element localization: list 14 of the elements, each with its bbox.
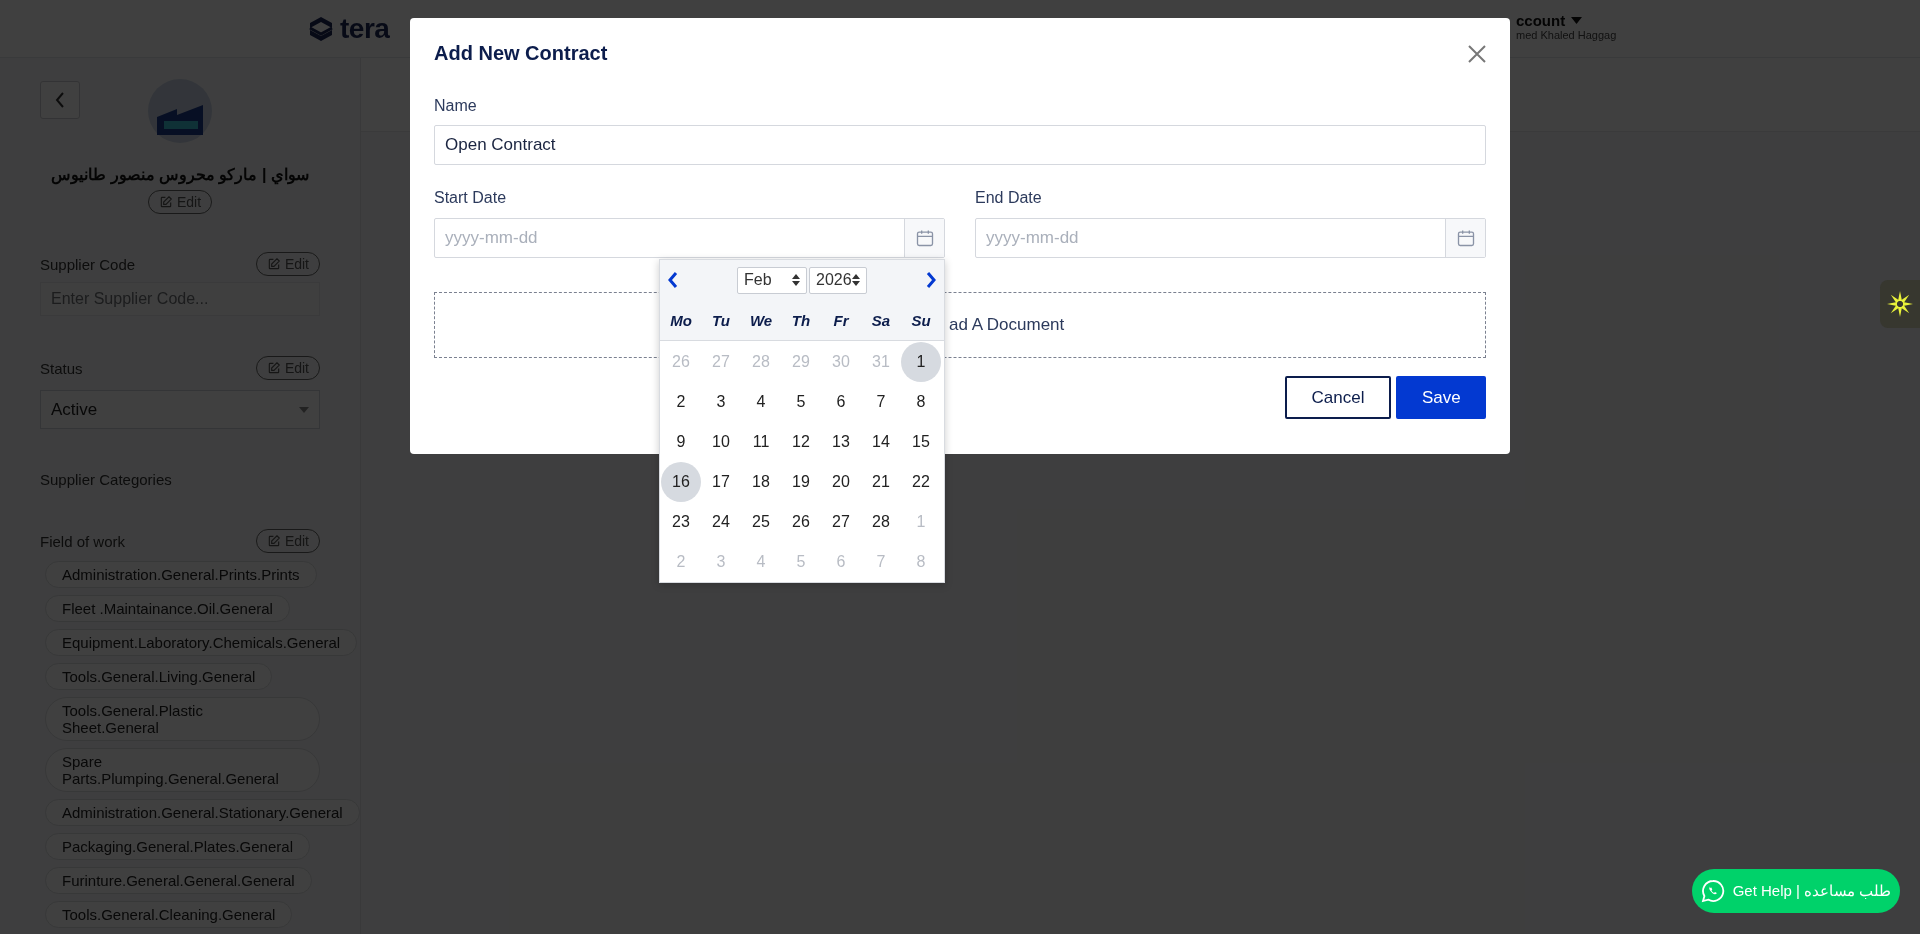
upload-text: ad A Document xyxy=(949,315,1065,335)
weekday-label: Fr xyxy=(832,311,851,329)
dialog-title: Add New Contract xyxy=(434,42,608,65)
weekday-label: Su xyxy=(910,311,932,329)
field-label: Name xyxy=(434,97,478,115)
field-label: Start Date xyxy=(434,189,508,207)
weekday-label: Sa xyxy=(870,311,892,329)
supplier-name: سواي | ماركو محروس منصور طانيوس xyxy=(50,165,310,184)
weekday-label: Tu xyxy=(710,311,732,329)
weekday-label: Mo xyxy=(669,311,693,329)
weekday-label: We xyxy=(748,311,774,329)
weekday-label: Th xyxy=(790,311,812,329)
logo-text: tera xyxy=(340,12,390,45)
field-label: End Date xyxy=(975,189,1043,207)
